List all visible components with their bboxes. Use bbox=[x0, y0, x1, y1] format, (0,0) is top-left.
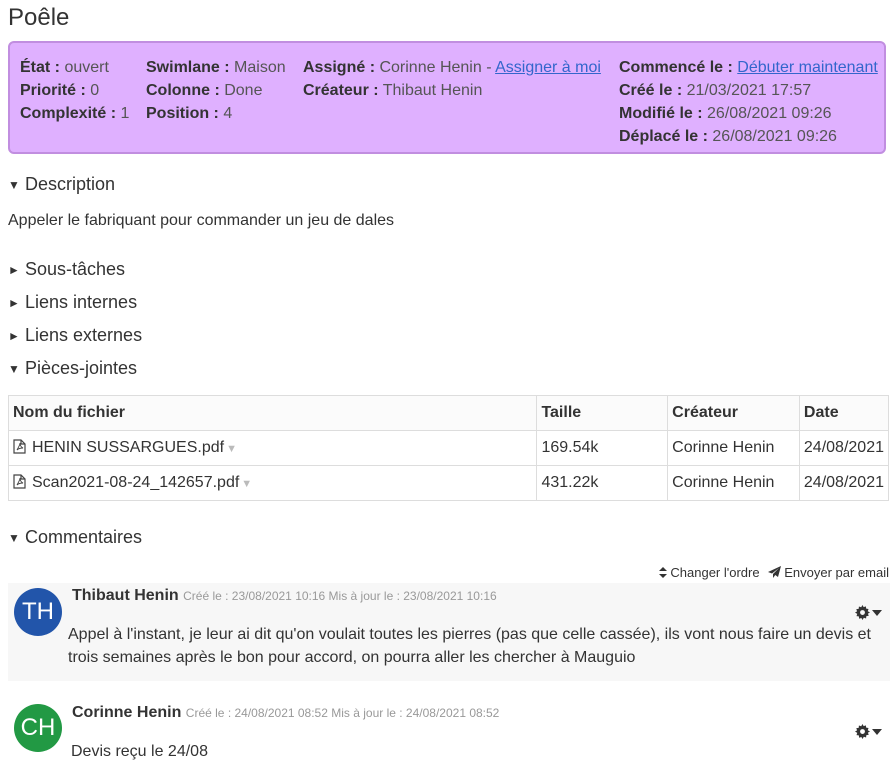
section-comments-label: Commentaires bbox=[25, 527, 143, 547]
summary-created: Créé le : 21/03/2021 17:57 bbox=[619, 82, 812, 99]
attachments-table: Nom du fichier Taille Créateur Date HENI… bbox=[7, 395, 890, 501]
change-order-button[interactable]: Changer l'ordre bbox=[658, 565, 760, 580]
start-now-link[interactable]: Débuter maintenant bbox=[737, 59, 878, 76]
summary-assignee: Assigné : Corinne Henin - Assigner à moi bbox=[303, 59, 601, 76]
file-name[interactable]: Scan2021-08-24_142657.pdf bbox=[32, 474, 239, 491]
avatar: TH bbox=[14, 588, 62, 636]
summary-complexity: Complexité : 1 bbox=[20, 105, 130, 122]
comment-header: Thibaut Henin Créé le : 23/08/2021 10:16… bbox=[72, 587, 497, 605]
comment-item: CH Corinne Henin Créé le : 24/08/2021 08… bbox=[8, 700, 890, 778]
comment-meta: Créé le : 24/08/2021 08:52 Mis à jour le… bbox=[185, 706, 500, 720]
summary-position: Position : 4 bbox=[146, 105, 233, 122]
file-size: 169.54k bbox=[536, 430, 669, 466]
file-size: 431.22k bbox=[536, 465, 669, 501]
file-name-cell[interactable]: Scan2021-08-24_142657.pdf ▼ bbox=[7, 465, 538, 501]
pdf-file-icon bbox=[13, 439, 26, 454]
summary-swimlane: Swimlane : Maison bbox=[146, 59, 286, 76]
section-internal-links-toggle[interactable]: ► Liens internes bbox=[8, 292, 137, 313]
section-description-label: Description bbox=[25, 174, 116, 194]
table-header-row: Nom du fichier Taille Créateur Date bbox=[7, 395, 890, 431]
comment-actions: Changer l'ordre Envoyer par email bbox=[658, 565, 889, 580]
triangle-right-icon: ► bbox=[8, 328, 20, 343]
header-date: Date bbox=[798, 395, 890, 431]
summary-started: Commencé le : Débuter maintenant bbox=[619, 59, 878, 76]
comment-text: Appel à l'instant, je leur ai dit qu'on … bbox=[68, 626, 871, 666]
table-row: HENIN SUSSARGUES.pdf ▼ 169.54k Corinne He… bbox=[7, 430, 890, 466]
chevron-down-icon bbox=[872, 609, 882, 616]
file-name-cell[interactable]: HENIN SUSSARGUES.pdf ▼ bbox=[7, 430, 538, 466]
chevron-down-icon[interactable]: ▼ bbox=[241, 478, 252, 490]
header-filename: Nom du fichier bbox=[7, 395, 538, 431]
file-creator: Corinne Henin bbox=[667, 465, 800, 501]
triangle-right-icon: ► bbox=[8, 295, 20, 310]
table-row: Scan2021-08-24_142657.pdf ▼ 431.22k Corin… bbox=[7, 465, 890, 501]
header-creator: Créateur bbox=[667, 395, 800, 431]
section-external-links-toggle[interactable]: ► Liens externes bbox=[8, 325, 142, 346]
chevron-down-icon[interactable]: ▼ bbox=[226, 443, 237, 455]
comment-author: Corinne Henin bbox=[72, 704, 182, 721]
description-text: Appeler le fabriquant pour commander un … bbox=[8, 212, 395, 229]
section-subtasks-label: Sous-tâches bbox=[25, 259, 126, 279]
comment-settings-button[interactable] bbox=[855, 605, 882, 620]
section-attachments-toggle[interactable]: ▼ Pièces-jointes bbox=[8, 358, 137, 379]
comment-header: Corinne Henin Créé le : 24/08/2021 08:52… bbox=[72, 704, 499, 722]
chevron-down-icon bbox=[872, 728, 882, 735]
triangle-right-icon: ► bbox=[8, 262, 20, 277]
summary-status: État : ouvert bbox=[20, 59, 109, 76]
summary-column-3: Assigné : Corinne Henin - Assigner à moi… bbox=[303, 56, 601, 102]
comment-text: Devis reçu le 24/08 bbox=[71, 743, 208, 760]
pdf-file-icon bbox=[13, 474, 26, 489]
sort-icon bbox=[658, 567, 667, 578]
file-date: 24/08/2021 bbox=[798, 465, 890, 501]
assign-to-me-link[interactable]: Assigner à moi bbox=[495, 59, 601, 76]
section-internal-links-label: Liens internes bbox=[25, 292, 138, 312]
triangle-down-icon: ▼ bbox=[8, 361, 20, 376]
file-creator: Corinne Henin bbox=[667, 430, 800, 466]
comment-author: Thibaut Henin bbox=[72, 587, 179, 604]
gear-icon bbox=[855, 605, 870, 620]
send-email-button[interactable]: Envoyer par email bbox=[767, 565, 889, 580]
section-description-toggle[interactable]: ▼ Description bbox=[8, 174, 115, 195]
section-subtasks-toggle[interactable]: ► Sous-tâches bbox=[8, 259, 125, 280]
comment-meta: Créé le : 23/08/2021 10:16 Mis à jour le… bbox=[183, 589, 497, 603]
gear-icon bbox=[855, 724, 870, 739]
avatar: CH bbox=[14, 704, 62, 752]
summary-modified: Modifié le : 26/08/2021 09:26 bbox=[619, 105, 832, 122]
section-external-links-label: Liens externes bbox=[25, 325, 143, 345]
file-date: 24/08/2021 bbox=[798, 430, 890, 466]
paper-plane-icon bbox=[767, 566, 781, 578]
comment-item: TH Thibaut Henin Créé le : 23/08/2021 10… bbox=[8, 583, 890, 681]
task-title: Poêle bbox=[8, 4, 70, 31]
summary-priority: Priorité : 0 bbox=[20, 82, 100, 99]
section-comments-toggle[interactable]: ▼ Commentaires bbox=[8, 527, 142, 548]
file-name[interactable]: HENIN SUSSARGUES.pdf bbox=[32, 439, 224, 456]
summary-column-2: Swimlane : Maison Colonne : Done Positio… bbox=[146, 56, 286, 125]
task-summary: État : ouvert Priorité : 0 Complexité : … bbox=[8, 41, 886, 154]
summary-column-4: Commencé le : Débuter maintenant Créé le… bbox=[619, 56, 878, 148]
summary-column: Colonne : Done bbox=[146, 82, 263, 99]
triangle-down-icon: ▼ bbox=[8, 177, 20, 192]
summary-creator: Créateur : Thibaut Henin bbox=[303, 82, 483, 99]
triangle-down-icon: ▼ bbox=[8, 530, 20, 545]
header-size: Taille bbox=[536, 395, 669, 431]
comment-settings-button[interactable] bbox=[855, 724, 882, 739]
summary-moved: Déplacé le : 26/08/2021 09:26 bbox=[619, 128, 837, 145]
summary-column-1: État : ouvert Priorité : 0 Complexité : … bbox=[20, 56, 129, 125]
section-attachments-label: Pièces-jointes bbox=[25, 358, 138, 378]
